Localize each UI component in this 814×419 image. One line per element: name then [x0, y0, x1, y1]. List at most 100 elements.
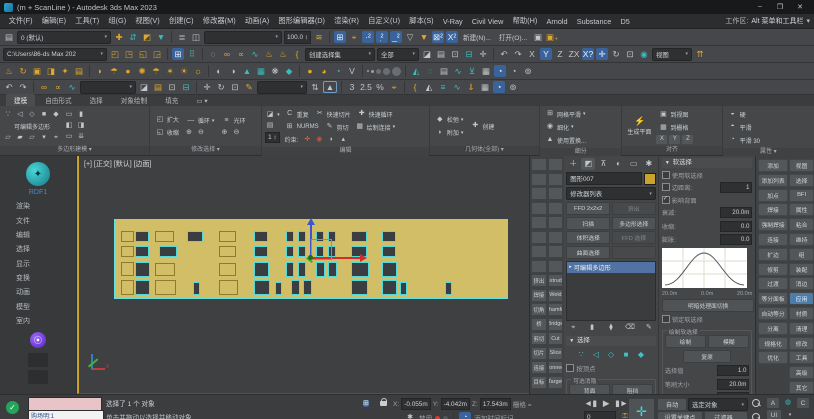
script-expand-button[interactable]: 扩边	[758, 248, 787, 261]
script-glue-button[interactable]: 粘合	[789, 218, 814, 231]
sidebar-item-render[interactable]: 渲染	[0, 199, 76, 213]
orbit-icon[interactable]: ↻	[17, 65, 29, 77]
select-object-icon[interactable]: ◪	[421, 48, 433, 60]
menu-d5[interactable]: D5	[616, 17, 635, 26]
cut-button[interactable]: ✎剪切	[323, 121, 351, 133]
spinner-snap-icon[interactable]: ⌖	[388, 81, 400, 93]
script-assemble-button[interactable]: 装配	[789, 263, 814, 276]
selected-dropdown[interactable]: 选定对象▾	[688, 398, 748, 411]
snap-25d-icon[interactable]: ²̣	[376, 31, 388, 43]
named-selection-sets-dropdown[interactable]: 创建选择集▾	[305, 48, 375, 61]
edge-subobj-icon[interactable]: ◁	[590, 349, 602, 361]
strip-cut-button[interactable]: Cut	[548, 332, 564, 345]
percent-snap2-button[interactable]: %	[374, 81, 386, 93]
minimize-button[interactable]: –	[750, 3, 770, 11]
by-vertex-row[interactable]: 按顶点	[566, 364, 656, 373]
strip-blank-button[interactable]	[531, 245, 547, 258]
rect-region-icon[interactable]: ⊡	[449, 48, 461, 60]
menu-civil-view[interactable]: Civil View	[467, 17, 508, 26]
save-icon[interactable]: ▣	[532, 31, 544, 43]
add-to-layer-icon[interactable]: ⇵	[127, 31, 139, 43]
ribbon-minimize-icon[interactable]: ▭ ▾	[188, 96, 215, 106]
strip-blank-button[interactable]	[531, 260, 547, 273]
crossing2-icon[interactable]: ⊟	[180, 81, 192, 93]
remove-modifier-icon[interactable]: ⌫	[625, 323, 635, 333]
modifier-list-dropdown[interactable]: 修改器列表▾	[566, 187, 656, 200]
strip-blank-button[interactable]	[548, 187, 564, 200]
script-prop-button[interactable]: 属性	[789, 203, 814, 216]
edit-pivot-icon[interactable]: ▤	[265, 121, 275, 131]
brush-preset-1-icon[interactable]	[367, 70, 369, 72]
isolate-toggle-icon[interactable]: ⊞	[363, 398, 369, 410]
plugin-logo-icon[interactable]: ✦	[26, 162, 50, 186]
material-map-icon[interactable]: ◔	[332, 65, 344, 77]
rotate2-icon[interactable]: ↻	[215, 81, 227, 93]
strip-slice-zh-button[interactable]: 切片	[531, 347, 547, 360]
modset-volselect-button[interactable]: 体积选择	[566, 231, 610, 244]
sidebar-item-file[interactable]: 文件	[0, 213, 76, 227]
paint-button[interactable]: 绘制	[665, 335, 706, 348]
set-key-button[interactable]: 设置关键点	[657, 411, 703, 419]
macro-recorder-field[interactable]	[28, 397, 102, 411]
planar-z-button[interactable]: Z	[682, 135, 693, 144]
align-x-icon[interactable]: X²	[446, 31, 458, 43]
mini-listener-field[interactable]: 购场明:1	[28, 410, 104, 419]
current-frame-field[interactable]: 0	[584, 411, 616, 419]
menu-tools[interactable]: 工具(T)	[71, 16, 104, 26]
script-add-button[interactable]: 添加	[758, 159, 787, 172]
bubble-field[interactable]: 0.0	[720, 234, 752, 245]
corner-ui-button[interactable]: UI	[766, 409, 782, 419]
create-layer-icon[interactable]: ✚	[113, 31, 125, 43]
strip-extrude-button[interactable]: Extrude	[548, 274, 564, 287]
strip-blank-button[interactable]	[531, 158, 547, 171]
daylight-icon[interactable]: ☼	[192, 65, 204, 77]
umbrella-light-icon[interactable]: ☂	[108, 65, 120, 77]
coord2-dropdown[interactable]: ▾	[257, 81, 307, 94]
ring-grow-icon[interactable]: ⊕	[219, 128, 229, 138]
selection-value-field[interactable]: 1.0	[717, 365, 749, 376]
moth-light-icon[interactable]: ✶	[164, 65, 176, 77]
vray-icon[interactable]: V	[346, 65, 358, 77]
affect-backfacing-checkbox[interactable]	[662, 196, 670, 204]
mesh-smooth-button[interactable]: ⊞网格平滑▾	[543, 108, 588, 120]
curve-editor2-icon[interactable]: ∿	[451, 81, 463, 93]
tessellate-button[interactable]: ◉细化▾	[543, 121, 588, 133]
loop-button[interactable]: —循环▾	[184, 115, 217, 127]
sun-icon[interactable]: ☀	[178, 65, 190, 77]
sidebar-tool-button-2[interactable]	[28, 370, 48, 384]
sidebar-item-animation[interactable]: 动画	[0, 285, 76, 299]
new-scene-button[interactable]: 新建(N)...	[460, 32, 494, 42]
script-addlist-button[interactable]: 添加列表	[758, 174, 787, 187]
menu-animation[interactable]: 动画(A)	[240, 16, 274, 26]
layer-dropdown[interactable]: 0 (默认)▾	[17, 31, 111, 44]
auto-key-button[interactable]: 自动	[657, 398, 687, 411]
preview-multi-icon[interactable]: ▱	[27, 133, 37, 143]
polygon-mode-icon[interactable]: ■	[39, 110, 49, 120]
stack-icon[interactable]: ≣	[176, 31, 188, 43]
script-forceweld-button[interactable]: 强制焊接	[758, 218, 787, 231]
array-grid-icon[interactable]: ⊞	[172, 48, 184, 60]
redo-icon[interactable]: ↷	[512, 48, 524, 60]
strip-bridge-zh-button[interactable]: 桥	[531, 318, 547, 331]
script-brace-icon[interactable]: {	[291, 48, 303, 60]
spacing-icon[interactable]: ⠿	[186, 48, 198, 60]
quick-slice-button[interactable]: ✂快速切片	[313, 108, 353, 120]
script-brace2-icon[interactable]: {	[409, 81, 421, 93]
plugin-check-icon[interactable]: ✓	[6, 401, 19, 414]
script-keep-button[interactable]: 维持	[789, 233, 814, 246]
script-transition-button[interactable]: 过渡	[758, 277, 787, 290]
x-coord-field[interactable]: -0.055m	[401, 398, 430, 410]
make-unique-icon[interactable]: ⧫	[606, 323, 616, 333]
menu-vray[interactable]: V-Ray	[438, 17, 467, 26]
object-color-swatch[interactable]	[644, 173, 656, 185]
modset-ffd-button[interactable]: FFD 2x2x2	[566, 202, 610, 215]
axis-zx-button[interactable]: ZX	[568, 48, 580, 60]
bind2-icon[interactable]: ∿	[66, 81, 78, 93]
planar-x-button[interactable]: X	[656, 135, 667, 144]
script-tools-button[interactable]: 工具	[789, 351, 814, 364]
selection-filter-dropdown[interactable]: 全部▾	[377, 48, 419, 61]
editable-poly-button[interactable]: 可编辑多边形	[3, 121, 61, 132]
sphere-icon[interactable]: ◑	[227, 65, 239, 77]
strip-chamfer-zh-button[interactable]: 切角	[531, 303, 547, 316]
script-addpoint-button[interactable]: 加点	[758, 189, 787, 202]
